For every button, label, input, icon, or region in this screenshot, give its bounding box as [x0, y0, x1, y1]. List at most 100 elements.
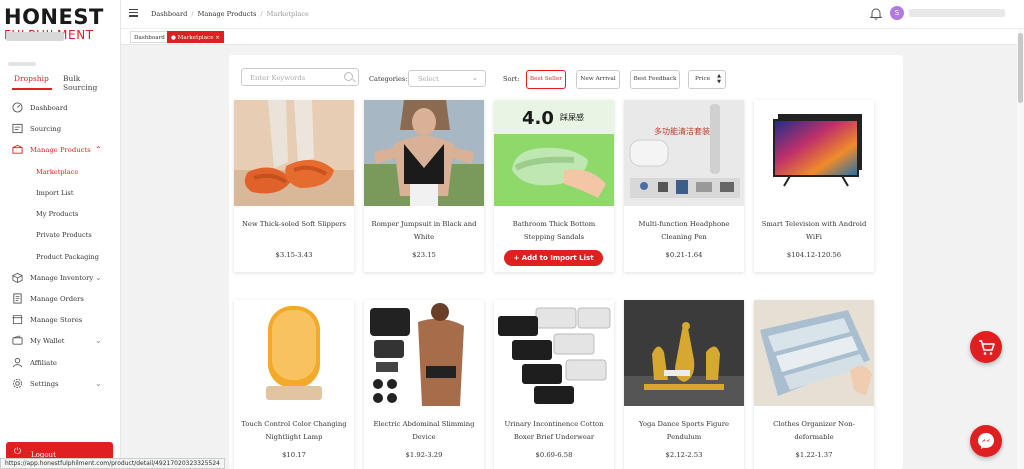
sidebar-subitem-private-products[interactable]: Private Products	[36, 231, 92, 239]
product-image[interactable]	[234, 300, 354, 406]
product-image[interactable]	[364, 300, 484, 406]
sort-arrows-icon: ▲ ▼	[717, 73, 721, 85]
product-price: $1.22-1.37	[795, 451, 833, 459]
product-card[interactable]: Urinary Incontinence Cotton Boxer Brief …	[494, 300, 614, 469]
sidebar-item-sourcing[interactable]: Sourcing	[0, 121, 120, 139]
product-card[interactable]: 多功能清洁套装 Multi-function Headphone Cleanin…	[624, 100, 744, 272]
power-icon: ⏻	[14, 447, 22, 457]
page-tab-label: Marketplace	[177, 35, 214, 41]
product-name[interactable]: Multi-function Headphone Cleaning Pen	[630, 218, 738, 244]
page-tab-dashboard[interactable]: Dashboard	[130, 31, 169, 43]
product-price: $10.17	[282, 451, 306, 459]
chevron-down-icon: ⌄	[95, 273, 102, 282]
tab-dropship[interactable]: Dropship	[14, 74, 49, 83]
sidebar-item-dashboard[interactable]: Dashboard	[0, 100, 120, 118]
product-name[interactable]: Touch Control Color Changing Nightlight …	[240, 418, 348, 444]
cart-fab-button[interactable]	[970, 331, 1002, 363]
search-input[interactable]: Enter Keywords	[241, 68, 359, 86]
breadcrumb-current: Marketplace	[266, 10, 309, 18]
sidebar-subitem-product-packaging[interactable]: Product Packaging	[36, 253, 99, 261]
chevron-down-icon: ⌄	[472, 74, 478, 82]
sort-label: Sort:	[503, 75, 520, 83]
sidebar: HONEST FULPHILMENT Dropship Bulk Sourcin…	[0, 0, 121, 469]
sort-best-feedback-button[interactable]: Best Feedback	[630, 70, 680, 89]
sidebar-subitem-import-list[interactable]: Import List	[36, 189, 73, 197]
sidebar-item-label: Manage Stores	[30, 316, 83, 324]
sourcing-icon	[12, 123, 23, 134]
page-tabs-bar: Dashboard ● Marketplace ×	[121, 29, 1024, 45]
product-price: $0.69-6.58	[535, 451, 573, 459]
box-icon	[12, 144, 23, 154]
messenger-fab-button[interactable]	[970, 425, 1002, 457]
sort-price-button[interactable]: Price ▲ ▼	[688, 70, 726, 89]
avatar[interactable]: S	[890, 6, 904, 20]
product-image-text: 4.0	[522, 108, 554, 129]
product-card[interactable]: Yoga Dance Sports Figure Pendulum $2.12-…	[624, 300, 744, 469]
product-image[interactable]	[234, 100, 354, 206]
product-image[interactable]: 多功能清洁套装	[624, 100, 744, 206]
product-price: $3.15-3.43	[275, 251, 313, 259]
menu-toggle-icon[interactable]	[129, 9, 138, 17]
sidebar-item-my-wallet[interactable]: My Wallet ⌄	[0, 333, 120, 351]
product-name[interactable]: Bathroom Thick Bottom Stepping Sandals	[500, 218, 608, 244]
sidebar-item-label: Affiliate	[30, 359, 57, 367]
product-price: $23.15	[412, 251, 436, 259]
sort-new-arrival-button[interactable]: New Arrival	[576, 70, 620, 89]
close-icon[interactable]: ×	[215, 35, 220, 41]
product-card[interactable]: Touch Control Color Changing Nightlight …	[234, 300, 354, 469]
sidebar-item-manage-products[interactable]: Manage Products ⌃	[0, 142, 120, 160]
scrollbar[interactable]	[1017, 29, 1024, 469]
product-name[interactable]: Smart Television with Android WiFi	[760, 218, 868, 244]
add-to-import-list-button[interactable]: + Add to Import List	[504, 250, 603, 266]
sidebar-subitem-marketplace[interactable]: Marketplace	[36, 168, 78, 176]
sidebar-item-manage-inventory[interactable]: Manage Inventory ⌄	[0, 270, 120, 288]
sort-best-seller-button[interactable]: Best Seller	[526, 70, 566, 89]
breadcrumb-manage-products[interactable]: Manage Products	[198, 10, 257, 18]
sidebar-item-label: Manage Products	[30, 146, 91, 154]
scrollbar-thumb[interactable]	[1018, 33, 1023, 103]
product-image[interactable]	[754, 300, 874, 406]
product-card[interactable]: Smart Television with Android WiFi $104.…	[754, 100, 874, 272]
notification-bell-icon[interactable]	[870, 7, 882, 20]
product-image[interactable]	[624, 300, 744, 406]
sidebar-item-affiliate[interactable]: Affiliate	[0, 355, 120, 373]
product-card[interactable]: 4.0 踩屎感 Bathroom Thick Bottom Stepping S…	[494, 100, 614, 272]
product-image[interactable]	[754, 100, 874, 206]
product-name[interactable]: Yoga Dance Sports Figure Pendulum	[630, 418, 738, 444]
categories-select[interactable]: Select ⌄	[408, 70, 486, 87]
sidebar-item-label: Manage Inventory	[30, 274, 94, 282]
chevron-down-icon: ⌄	[95, 379, 102, 388]
sidebar-item-manage-stores[interactable]: Manage Stores	[0, 312, 120, 330]
categories-placeholder: Select	[418, 75, 439, 83]
product-image[interactable]	[364, 100, 484, 206]
product-image[interactable]: 4.0 踩屎感	[494, 100, 614, 206]
product-name[interactable]: Clothes Organizer Non-deformable	[760, 418, 868, 444]
sidebar-subitem-my-products[interactable]: My Products	[36, 210, 78, 218]
sidebar-item-settings[interactable]: Settings ⌄	[0, 376, 120, 394]
product-card[interactable]: Romper Jumpsuit in Black and White $23.1…	[364, 100, 484, 272]
top-header: Dashboard / Manage Products / Marketplace S	[121, 0, 1024, 29]
brand-logo-line1: HONEST	[4, 5, 104, 29]
product-card[interactable]: Electric Abdominal Slimming Device $1.92…	[364, 300, 484, 469]
username-redacted	[909, 9, 1005, 17]
product-name[interactable]: New Thick-soled Soft Slippers	[240, 218, 348, 231]
cart-icon	[979, 340, 995, 355]
sidebar-item-label: Manage Orders	[30, 295, 84, 303]
sidebar-item-manage-orders[interactable]: Manage Orders	[0, 291, 120, 309]
search-icon[interactable]	[344, 72, 353, 81]
gear-icon	[12, 378, 23, 389]
inventory-icon	[12, 272, 23, 283]
product-card[interactable]: Clothes Organizer Non-deformable $1.22-1…	[754, 300, 874, 469]
page-tab-marketplace[interactable]: ● Marketplace ×	[167, 31, 224, 43]
chevron-down-icon: ⌄	[95, 336, 102, 345]
tab-bulk-sourcing[interactable]: Bulk Sourcing	[63, 74, 116, 92]
sidebar-item-label: Sourcing	[30, 125, 62, 133]
product-name[interactable]: Urinary Incontinence Cotton Boxer Brief …	[500, 418, 608, 444]
product-name[interactable]: Romper Jumpsuit in Black and White	[370, 218, 478, 244]
product-image[interactable]	[494, 300, 614, 406]
affiliate-icon	[12, 357, 23, 368]
breadcrumb-dashboard[interactable]: Dashboard	[151, 10, 187, 18]
product-card[interactable]: New Thick-soled Soft Slippers $3.15-3.43	[234, 100, 354, 272]
product-image-subtext: 踩屎感	[560, 112, 584, 122]
product-name[interactable]: Electric Abdominal Slimming Device	[370, 418, 478, 444]
